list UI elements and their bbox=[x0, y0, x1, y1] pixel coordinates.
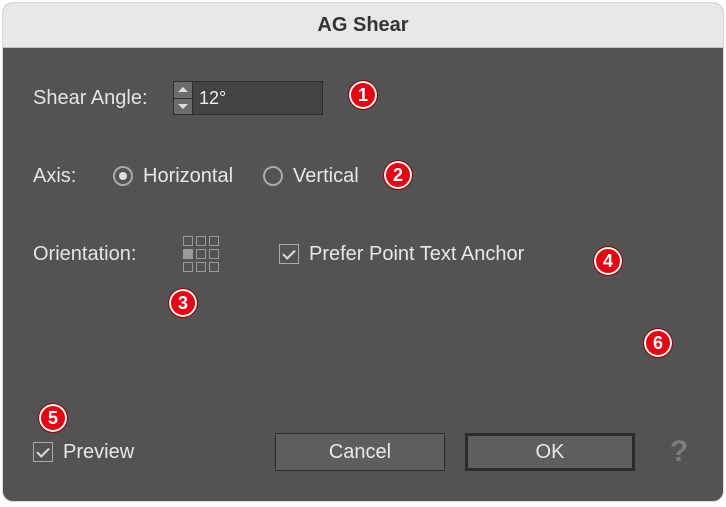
shear-angle-label: Shear Angle: bbox=[33, 87, 173, 110]
orientation-cell[interactable] bbox=[209, 236, 219, 246]
bottom-row: Preview Cancel OK ? bbox=[33, 433, 693, 471]
axis-option-label: Horizontal bbox=[143, 165, 233, 188]
radio-icon bbox=[263, 166, 283, 186]
axis-radio-group: Horizontal Vertical bbox=[113, 165, 359, 188]
help-button[interactable]: ? bbox=[665, 435, 693, 469]
annotation-badge-3: 3 bbox=[168, 288, 198, 318]
help-icon: ? bbox=[670, 435, 688, 469]
checkbox-icon bbox=[33, 442, 53, 462]
prefer-anchor-checkbox[interactable]: Prefer Point Text Anchor bbox=[279, 243, 524, 266]
orientation-cell[interactable] bbox=[209, 249, 219, 259]
axis-label: Axis: bbox=[33, 165, 113, 188]
ok-button-label: OK bbox=[536, 441, 565, 464]
annotation-badge-6: 6 bbox=[643, 328, 673, 358]
cancel-button-label: Cancel bbox=[329, 441, 391, 464]
orientation-cell[interactable] bbox=[196, 249, 206, 259]
orientation-label: Orientation: bbox=[33, 243, 183, 266]
stepper-buttons bbox=[173, 81, 193, 115]
annotation-badge-4: 4 bbox=[593, 246, 623, 276]
ok-button[interactable]: OK bbox=[465, 433, 635, 471]
dialog-window: AG Shear Shear Angle: 12° Axis: Hor bbox=[3, 3, 723, 501]
title-bar: AG Shear bbox=[3, 3, 723, 48]
annotation-badge-5: 5 bbox=[38, 403, 68, 433]
dialog-title: AG Shear bbox=[317, 14, 408, 37]
axis-radio-horizontal[interactable]: Horizontal bbox=[113, 165, 233, 188]
radio-dot-icon bbox=[119, 172, 127, 180]
checkmark-icon bbox=[282, 246, 295, 259]
checkmark-icon bbox=[36, 444, 49, 457]
orientation-cell[interactable] bbox=[183, 236, 193, 246]
axis-option-label: Vertical bbox=[293, 165, 359, 188]
prefer-anchor-label: Prefer Point Text Anchor bbox=[309, 243, 524, 266]
shear-angle-value: 12° bbox=[199, 88, 226, 109]
orientation-cell[interactable] bbox=[209, 262, 219, 272]
orientation-cell-selected[interactable] bbox=[183, 249, 193, 259]
orientation-picker[interactable] bbox=[183, 236, 219, 272]
chevron-down-icon bbox=[178, 104, 188, 109]
axis-row: Axis: Horizontal Vertical bbox=[33, 156, 693, 196]
shear-angle-stepper[interactable]: 12° bbox=[173, 81, 323, 115]
stepper-increment[interactable] bbox=[173, 81, 193, 98]
orientation-cell[interactable] bbox=[196, 262, 206, 272]
preview-label: Preview bbox=[63, 441, 134, 464]
cancel-button[interactable]: Cancel bbox=[275, 433, 445, 471]
orientation-cell[interactable] bbox=[183, 262, 193, 272]
orientation-cell[interactable] bbox=[196, 236, 206, 246]
annotation-badge-2: 2 bbox=[383, 160, 413, 190]
stepper-decrement[interactable] bbox=[173, 98, 193, 116]
annotation-badge-1: 1 bbox=[348, 80, 378, 110]
radio-icon bbox=[113, 166, 133, 186]
dialog-body: Shear Angle: 12° Axis: Horizontal bbox=[3, 48, 723, 501]
shear-angle-input[interactable]: 12° bbox=[193, 81, 323, 115]
chevron-up-icon bbox=[178, 87, 188, 92]
axis-radio-vertical[interactable]: Vertical bbox=[263, 165, 359, 188]
preview-checkbox[interactable]: Preview bbox=[33, 441, 134, 464]
dialog-buttons: Cancel OK ? bbox=[275, 433, 693, 471]
checkbox-icon bbox=[279, 244, 299, 264]
